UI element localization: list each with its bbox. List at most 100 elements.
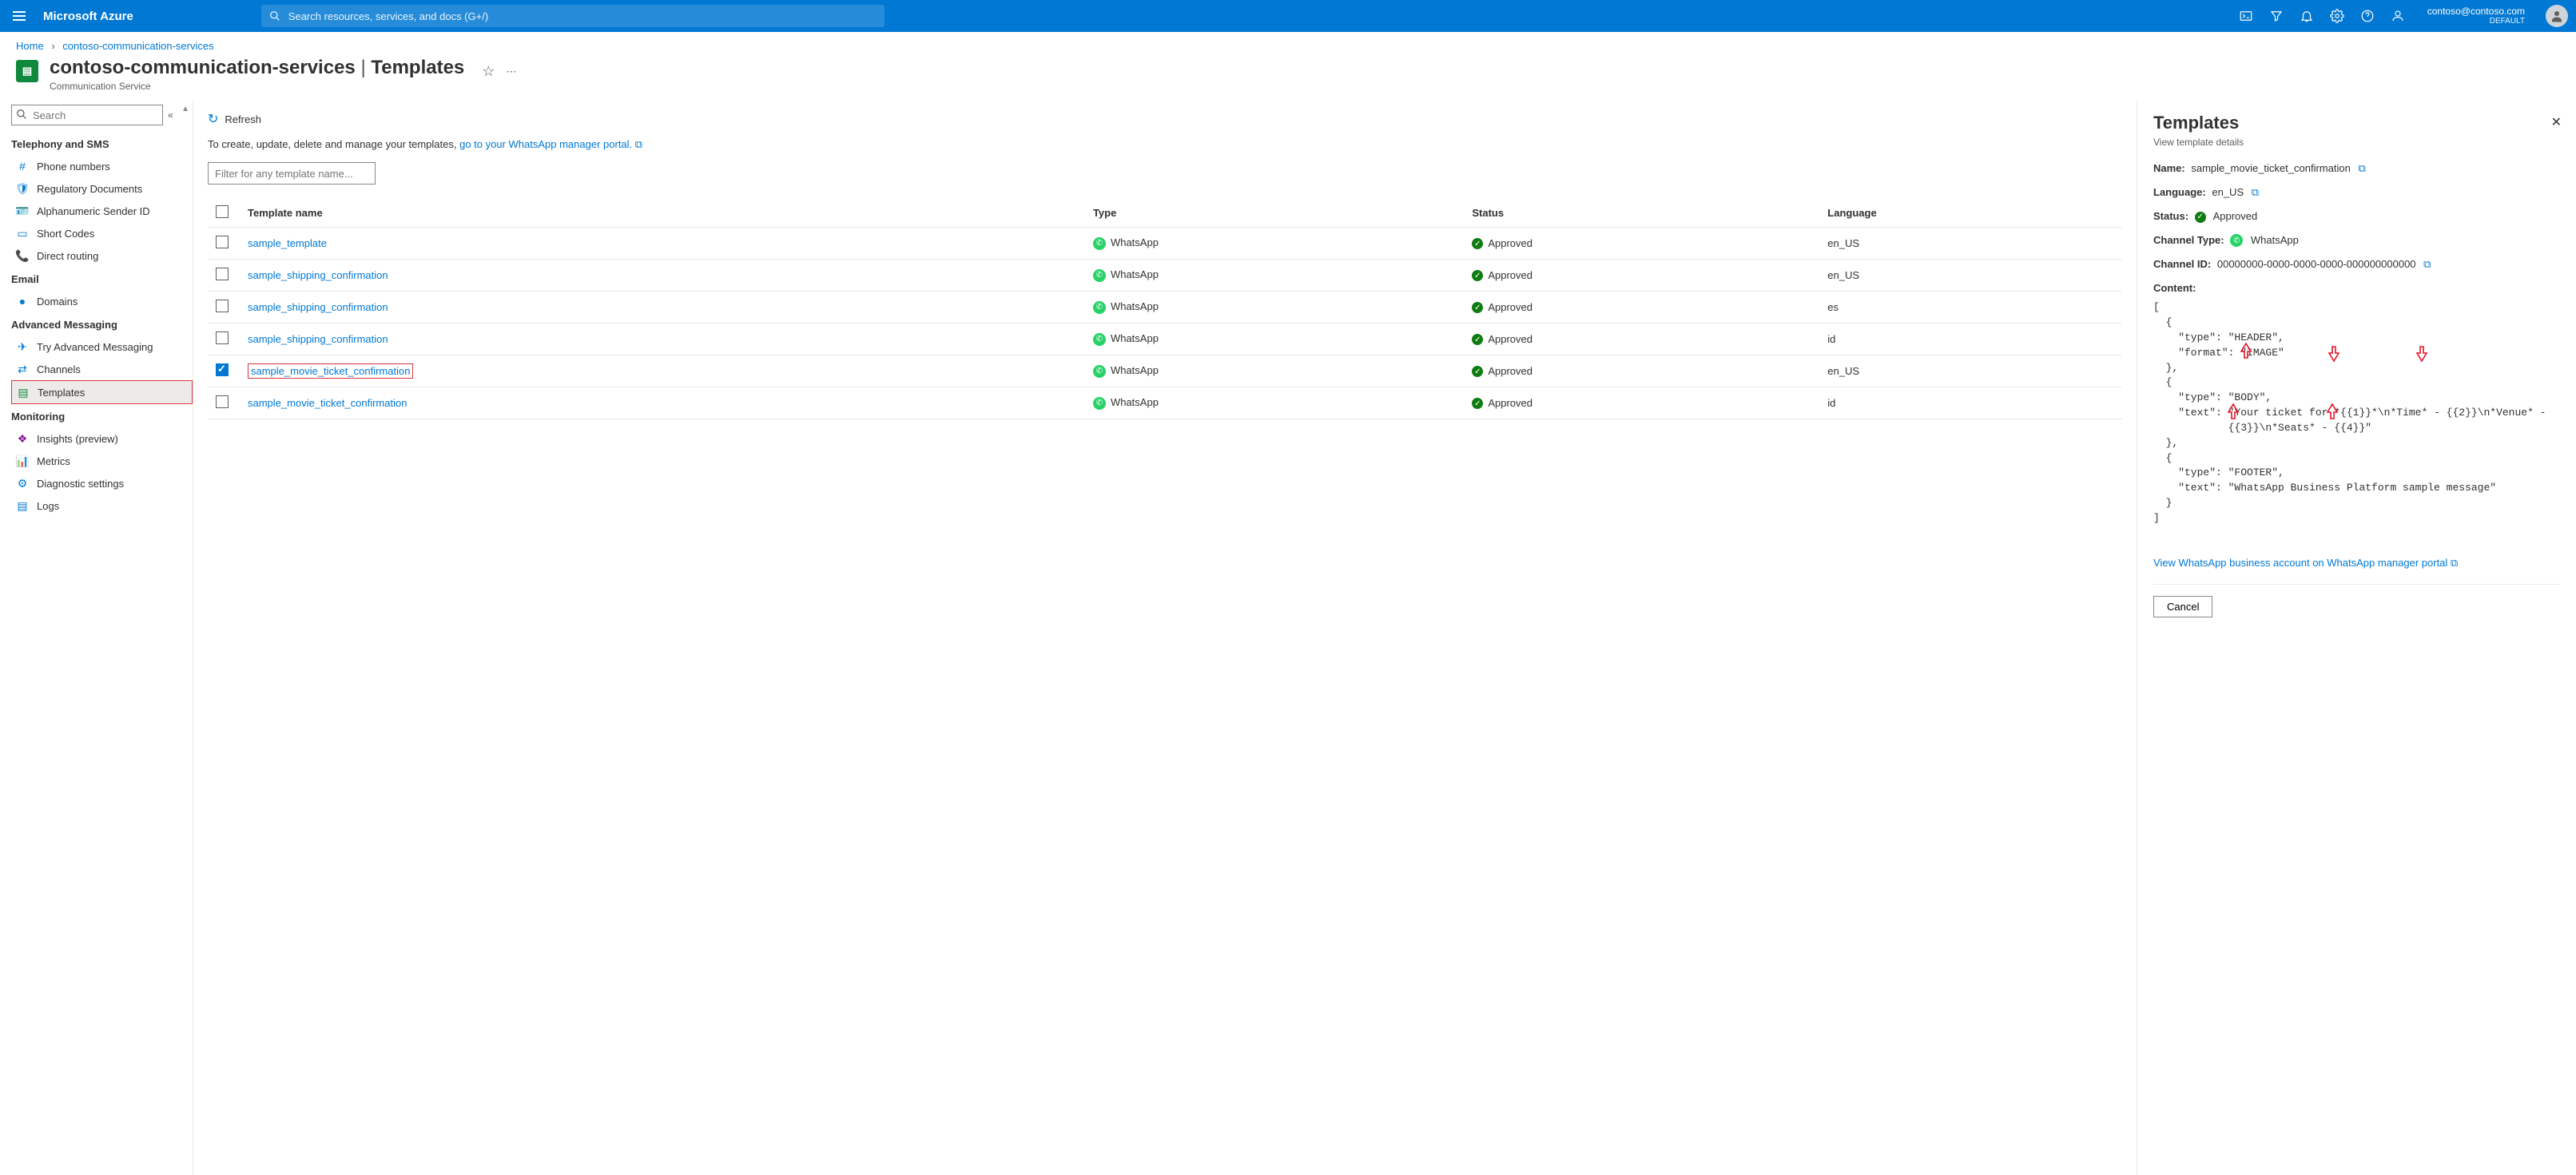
global-search[interactable] (261, 5, 885, 27)
table-row[interactable]: sample_movie_ticket_confirmation✆WhatsAp… (208, 355, 2122, 387)
cancel-button[interactable]: Cancel (2153, 596, 2212, 617)
col-template-name[interactable]: Template name (240, 199, 1085, 228)
sidebar-item[interactable]: ▤ Logs (11, 494, 193, 517)
sidebar-item-icon: 📞 (16, 249, 29, 262)
table-row[interactable]: sample_shipping_confirmation✆WhatsApp✓Ap… (208, 292, 2122, 324)
sidebar-item-icon: ⚙ (16, 477, 29, 490)
sidebar-item-icon: ▤ (16, 499, 29, 512)
settings-icon[interactable] (2330, 9, 2344, 23)
whatsapp-icon: ✆ (1093, 365, 1106, 378)
status-ok-icon: ✓ (1472, 366, 1483, 377)
col-status[interactable]: Status (1464, 199, 1819, 228)
template-name-link[interactable]: sample_movie_ticket_confirmation (248, 397, 407, 409)
table-row[interactable]: sample_movie_ticket_confirmation✆WhatsAp… (208, 387, 2122, 419)
cell-status: ✓Approved (1464, 228, 1819, 260)
sidebar-item-icon: 🛡 (16, 182, 29, 195)
breadcrumb-resource[interactable]: contoso-communication-services (62, 40, 213, 52)
scroll-up-icon[interactable]: ▲ (181, 105, 189, 113)
annotation-arrow-up-icon (2240, 342, 2252, 359)
sidebar-group-label: Monitoring (11, 404, 193, 427)
copy-icon[interactable]: ⧉ (2423, 258, 2431, 270)
sidebar-item-label: Short Codes (37, 228, 94, 240)
breadcrumb: Home › contoso-communication-services (0, 32, 2576, 57)
sidebar-item-label: Logs (37, 500, 59, 512)
template-filter-input[interactable] (208, 162, 376, 185)
sidebar-item[interactable]: 🪪Alphanumeric Sender ID (11, 200, 193, 222)
global-search-input[interactable] (288, 10, 877, 22)
table-row[interactable]: sample_shipping_confirmation✆WhatsApp✓Ap… (208, 324, 2122, 355)
template-name-link[interactable]: sample_template (248, 237, 327, 249)
panel-subtitle: View template details (2153, 137, 2560, 148)
table-row[interactable]: sample_shipping_confirmation✆WhatsApp✓Ap… (208, 260, 2122, 292)
row-checkbox[interactable] (216, 363, 229, 376)
sidebar-item-icon: ▤ (17, 386, 30, 399)
row-checkbox[interactable] (216, 395, 229, 408)
sidebar-item[interactable]: ⇄Channels (11, 358, 193, 380)
account-email: contoso@contoso.com (2427, 6, 2525, 17)
breadcrumb-home[interactable]: Home (16, 40, 44, 52)
templates-table: Template name Type Status Language sampl… (208, 199, 2122, 419)
sidebar-item[interactable]: ⚙Diagnostic settings (11, 472, 193, 494)
sidebar-item[interactable]: 📊 Metrics (11, 450, 193, 472)
sidebar-search-input[interactable] (11, 105, 163, 125)
brand-label: Microsoft Azure (43, 10, 133, 23)
sidebar-item-label: Phone numbers (37, 161, 110, 173)
cloud-shell-icon[interactable] (2239, 9, 2253, 23)
more-icon[interactable]: ⋯ (506, 65, 516, 78)
sidebar-item[interactable]: 📞Direct routing (11, 244, 193, 267)
filter-icon[interactable] (2269, 9, 2284, 23)
sidebar-item[interactable]: 🛡Regulatory Documents (11, 177, 193, 200)
row-checkbox[interactable] (216, 331, 229, 344)
row-checkbox[interactable] (216, 236, 229, 248)
refresh-button[interactable]: ↻ Refresh (208, 111, 2122, 127)
sidebar-item[interactable]: ✈Try Advanced Messaging (11, 335, 193, 358)
sidebar-item-icon: ❖ (16, 432, 29, 445)
sidebar-item-label: Metrics (37, 455, 70, 467)
whatsapp-icon: ✆ (1093, 301, 1106, 314)
feedback-icon[interactable] (2391, 9, 2405, 23)
col-language[interactable]: Language (1819, 199, 2122, 228)
sidebar-collapse-icon[interactable]: « (168, 109, 173, 121)
whatsapp-icon: ✆ (1093, 269, 1106, 282)
sidebar-item[interactable]: ▭ Short Codes (11, 222, 193, 244)
whatsapp-icon: ✆ (1093, 237, 1106, 250)
account-info[interactable]: contoso@contoso.com DEFAULT (2427, 6, 2525, 26)
whatsapp-portal-link[interactable]: go to your WhatsApp manager portal. ⧉ (459, 138, 642, 150)
col-type[interactable]: Type (1085, 199, 1464, 228)
sidebar-item[interactable]: ●Domains (11, 290, 193, 312)
template-name-link[interactable]: sample_shipping_confirmation (248, 333, 388, 345)
hamburger-menu-icon[interactable] (13, 8, 29, 24)
external-link-icon: ⧉ (635, 138, 642, 150)
sidebar-item-icon: ⇄ (16, 363, 29, 375)
sidebar-item-icon: ✈ (16, 340, 29, 353)
sidebar-item[interactable]: ▤Templates (11, 380, 193, 404)
help-icon[interactable] (2360, 9, 2375, 23)
table-row[interactable]: sample_template✆WhatsApp✓Approveden_US (208, 228, 2122, 260)
avatar[interactable] (2546, 5, 2568, 27)
status-ok-icon: ✓ (1472, 238, 1483, 249)
template-name-link[interactable]: sample_shipping_confirmation (248, 269, 388, 281)
row-checkbox[interactable] (216, 300, 229, 312)
cell-type: ✆WhatsApp (1085, 324, 1464, 355)
topbar: Microsoft Azure contoso@contoso.com DEFA… (0, 0, 2576, 32)
cell-type: ✆WhatsApp (1085, 292, 1464, 324)
sidebar-item-icon: 🪪 (16, 204, 29, 217)
whatsapp-account-link[interactable]: View WhatsApp business account on WhatsA… (2153, 557, 2560, 570)
copy-icon[interactable]: ⧉ (2252, 186, 2259, 198)
row-checkbox[interactable] (216, 268, 229, 280)
cell-language: en_US (1819, 260, 2122, 292)
template-name-link[interactable]: sample_shipping_confirmation (248, 301, 388, 313)
sidebar-item[interactable]: #Phone numbers (11, 155, 193, 177)
favorite-star-icon[interactable]: ☆ (482, 63, 495, 80)
template-name-link[interactable]: sample_movie_ticket_confirmation (248, 363, 413, 379)
sidebar-item[interactable]: ❖Insights (preview) (11, 427, 193, 450)
sidebar-item-label: Domains (37, 296, 78, 308)
close-icon[interactable]: ✕ (2551, 114, 2562, 130)
copy-icon[interactable]: ⧉ (2358, 162, 2365, 174)
notifications-icon[interactable] (2300, 9, 2314, 23)
sidebar-item-icon: 📊 (16, 455, 29, 467)
select-all-checkbox[interactable] (216, 205, 229, 218)
sidebar-item-icon: ▭ (16, 227, 29, 240)
cell-language: id (1819, 387, 2122, 419)
sidebar-group-label: Email (11, 267, 193, 290)
